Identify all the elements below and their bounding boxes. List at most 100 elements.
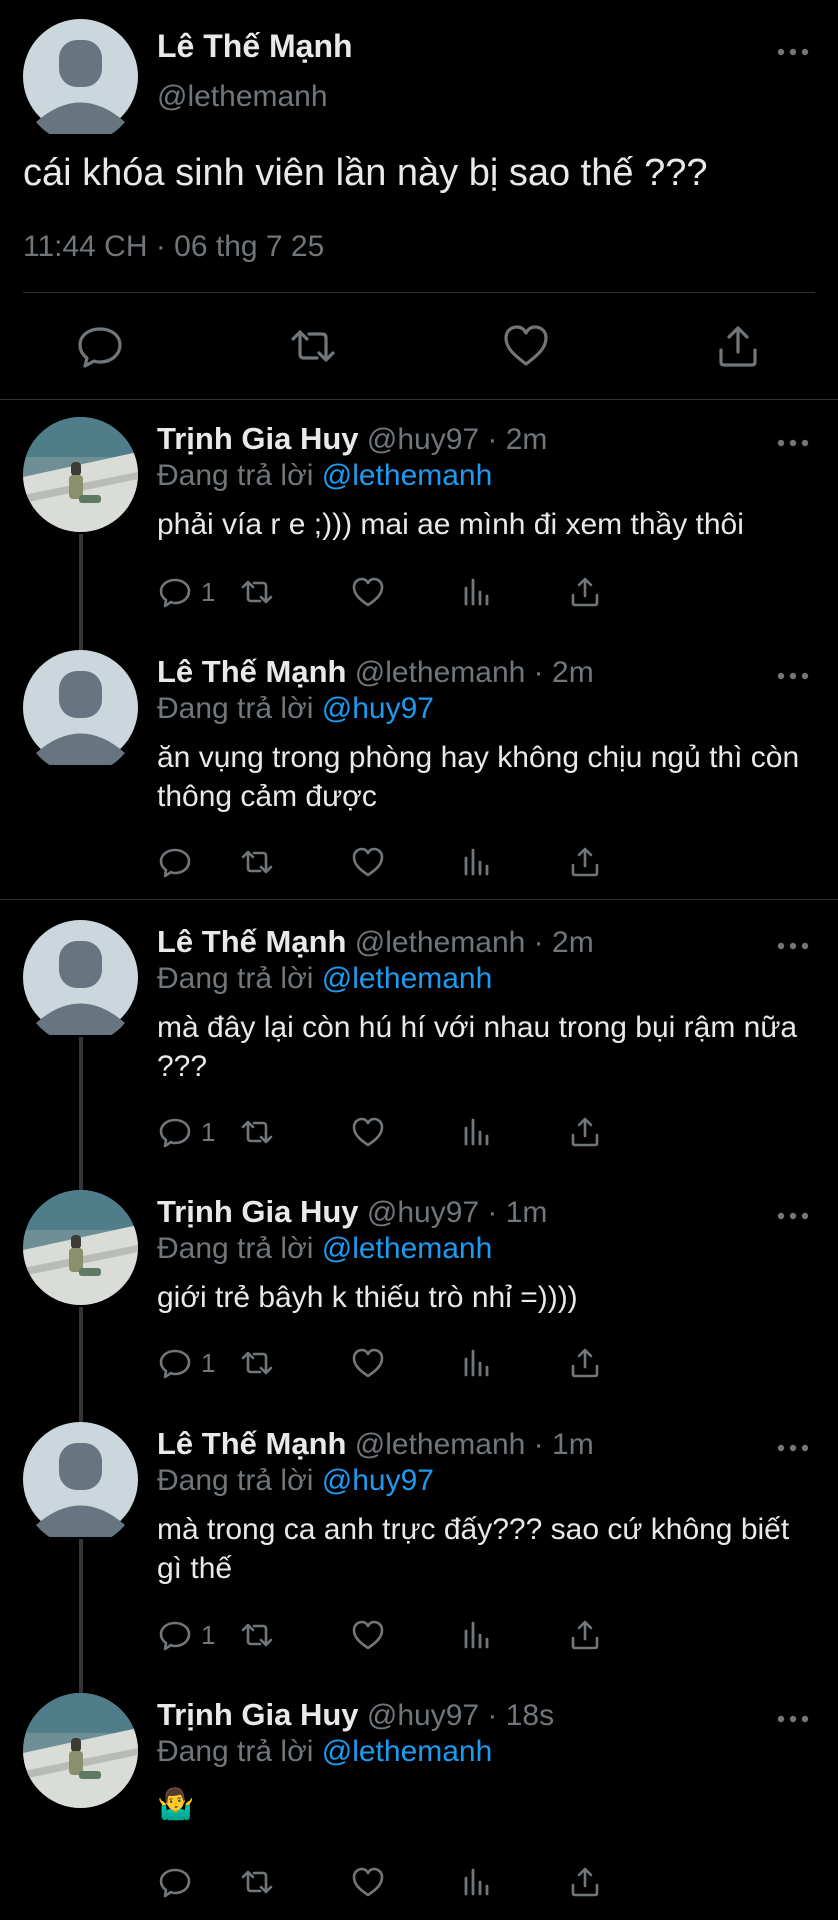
retweet-icon	[241, 1351, 273, 1375]
like-icon	[352, 1620, 384, 1650]
author-meta: @lethemanh · 2m	[354, 656, 594, 689]
views-button[interactable]	[458, 842, 494, 882]
reply-header: Lê Thế Mạnh @lethemanh · 2m	[157, 654, 594, 690]
reply-tweet[interactable]: Lê Thế Mạnh @lethemanh · 2m Đang trả lời…	[0, 650, 838, 890]
more-options-icon[interactable]	[773, 664, 813, 688]
default-avatar-icon[interactable]	[23, 19, 138, 134]
reply-tweet[interactable]: Trịnh Gia Huy @huy97 · 2m Đang trả lời @…	[0, 417, 838, 662]
like-button[interactable]	[350, 572, 386, 612]
mention-link[interactable]: @lethemanh	[322, 1735, 493, 1768]
share-icon[interactable]	[712, 320, 764, 372]
tweet-text: cái khóa sinh viên lần này bị sao thế ??…	[23, 152, 708, 194]
more-options-icon[interactable]	[773, 431, 813, 455]
retweet-icon	[241, 1870, 273, 1894]
author-name[interactable]: Lê Thế Mạnh	[157, 654, 346, 689]
views-button[interactable]	[458, 1862, 494, 1902]
user-photo-avatar[interactable]	[23, 417, 138, 532]
author-name[interactable]: Lê Thế Mạnh	[157, 924, 346, 959]
reply-button[interactable]	[157, 1862, 201, 1902]
reply-text: 🤷‍♂️	[157, 1788, 195, 1821]
views-button[interactable]	[458, 1112, 494, 1152]
reply-count: 1	[201, 1347, 216, 1378]
more-options-icon[interactable]	[773, 1204, 813, 1228]
author-name[interactable]: Trịnh Gia Huy	[157, 1697, 359, 1732]
retweet-icon	[241, 1120, 273, 1144]
like-button[interactable]	[350, 1862, 386, 1902]
analytics-icon	[464, 578, 489, 606]
replying-to: Đang trả lời @huy97	[157, 692, 434, 726]
reply-tweet[interactable]: Trịnh Gia Huy @huy97 · 18s Đang trả lời …	[0, 1693, 838, 1920]
retweet-icon	[241, 580, 273, 604]
tweet-actions	[0, 320, 838, 380]
views-button[interactable]	[458, 572, 494, 612]
author-meta: @lethemanh · 2m	[354, 926, 594, 959]
mention-link[interactable]: @huy97	[322, 692, 434, 725]
replying-to: Đang trả lời @lethemanh	[157, 459, 492, 493]
like-icon	[352, 577, 384, 607]
thread-line	[79, 1539, 83, 1694]
share-button[interactable]	[567, 842, 603, 882]
share-button[interactable]	[567, 1112, 603, 1152]
retweet-button[interactable]	[239, 1615, 275, 1655]
reply-icon[interactable]	[74, 320, 126, 372]
share-button[interactable]	[567, 1615, 603, 1655]
like-button[interactable]	[350, 842, 386, 882]
replying-prefix: Đang trả lời	[157, 692, 314, 725]
retweet-button[interactable]	[239, 1343, 275, 1383]
share-button[interactable]	[567, 572, 603, 612]
mention-link[interactable]: @huy97	[322, 1464, 434, 1497]
like-icon[interactable]	[500, 320, 552, 372]
views-button[interactable]	[458, 1343, 494, 1383]
reply-header: Trịnh Gia Huy @huy97 · 1m	[157, 1194, 547, 1230]
author-name[interactable]: Trịnh Gia Huy	[157, 1194, 359, 1229]
reply-tweet[interactable]: Lê Thế Mạnh @lethemanh · 2m Đang trả lời…	[0, 920, 838, 1190]
like-button[interactable]	[350, 1112, 386, 1152]
default-avatar-icon[interactable]	[23, 920, 138, 1035]
mention-link[interactable]: @lethemanh	[322, 459, 493, 492]
reply-icon	[159, 848, 191, 878]
reply-button[interactable]: 1	[157, 572, 215, 612]
author-name[interactable]: Lê Thế Mạnh	[157, 28, 353, 65]
mention-link[interactable]: @lethemanh	[322, 962, 493, 995]
retweet-icon	[241, 850, 273, 874]
reply-icon	[159, 1868, 191, 1898]
retweet-button[interactable]	[239, 842, 275, 882]
reply-button[interactable]: 1	[157, 1615, 215, 1655]
reply-tweet[interactable]: Lê Thế Mạnh @lethemanh · 1m Đang trả lời…	[0, 1422, 838, 1694]
default-avatar-icon[interactable]	[23, 650, 138, 765]
like-button[interactable]	[350, 1615, 386, 1655]
reply-icon	[159, 1118, 191, 1148]
retweet-button[interactable]	[239, 572, 275, 612]
retweet-button[interactable]	[239, 1862, 275, 1902]
author-meta: @lethemanh · 1m	[354, 1428, 594, 1461]
reply-text: mà đây lại còn hú hí với nhau trong bụi …	[157, 1011, 798, 1083]
reply-button[interactable]: 1	[157, 1112, 215, 1152]
more-options-icon[interactable]	[773, 1436, 813, 1460]
author-name[interactable]: Trịnh Gia Huy	[157, 421, 359, 456]
more-options-icon[interactable]	[773, 40, 813, 64]
like-icon	[352, 1867, 384, 1897]
reply-button[interactable]	[157, 842, 201, 882]
author-handle[interactable]: @lethemanh	[157, 80, 328, 114]
reply-tweet[interactable]: Trịnh Gia Huy @huy97 · 1m Đang trả lời @…	[0, 1190, 838, 1422]
analytics-icon	[464, 1118, 489, 1146]
share-button[interactable]	[567, 1343, 603, 1383]
share-button[interactable]	[567, 1862, 603, 1902]
user-photo-avatar[interactable]	[23, 1693, 138, 1808]
views-button[interactable]	[458, 1615, 494, 1655]
retweet-button[interactable]	[239, 1112, 275, 1152]
author-name[interactable]: Lê Thế Mạnh	[157, 1426, 346, 1461]
more-options-icon[interactable]	[773, 1707, 813, 1731]
reply-icon	[159, 1621, 191, 1651]
more-options-icon[interactable]	[773, 934, 813, 958]
share-icon	[571, 1867, 599, 1897]
reply-icon	[159, 1349, 191, 1379]
mention-link[interactable]: @lethemanh	[322, 1232, 493, 1265]
retweet-icon[interactable]	[287, 320, 339, 372]
tweet-timestamp: 11:44 CH · 06 thg 7 25	[23, 230, 325, 263]
like-button[interactable]	[350, 1343, 386, 1383]
default-avatar-icon[interactable]	[23, 1422, 138, 1537]
reply-button[interactable]: 1	[157, 1343, 215, 1383]
replying-prefix: Đang trả lời	[157, 1735, 314, 1768]
user-photo-avatar[interactable]	[23, 1190, 138, 1305]
